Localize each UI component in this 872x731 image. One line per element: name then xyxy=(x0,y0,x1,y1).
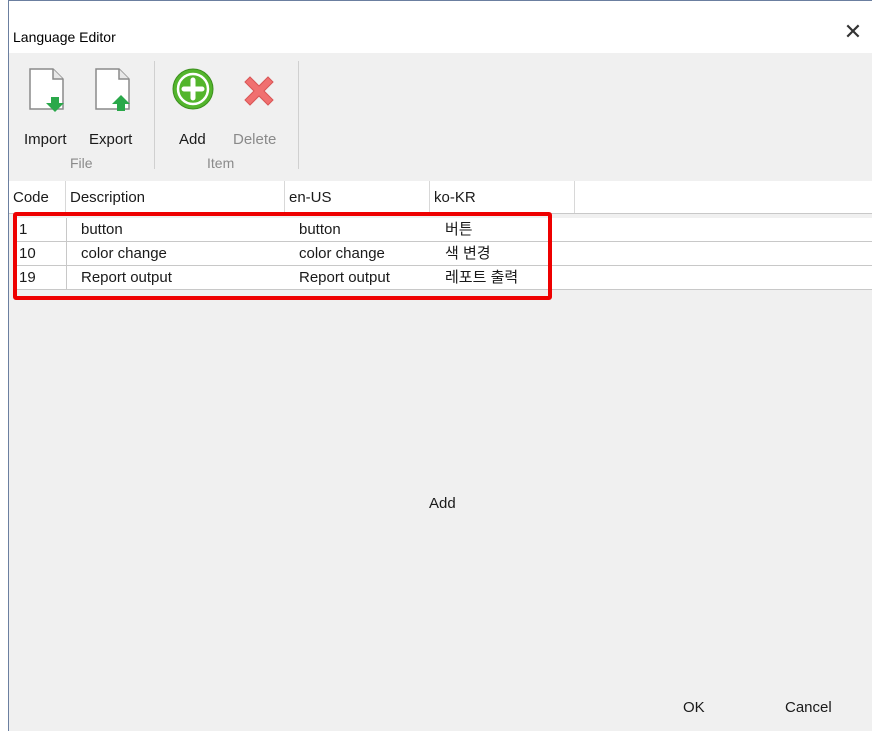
cell-code[interactable]: 19 xyxy=(13,266,67,289)
cell-description[interactable]: Report output xyxy=(81,266,172,289)
column-header-en-us[interactable]: en-US xyxy=(285,181,430,213)
cell-ko-kr[interactable]: 레포트 출력 xyxy=(445,266,518,289)
title-bar: Language Editor ✕ xyxy=(9,1,872,53)
cell-code[interactable]: 1 xyxy=(13,218,67,241)
delete-x-icon xyxy=(239,71,279,114)
ribbon-separator xyxy=(154,61,155,169)
close-button[interactable]: ✕ xyxy=(838,19,868,45)
ok-button[interactable]: OK xyxy=(683,699,705,716)
export-document-icon xyxy=(93,67,133,116)
header-divider xyxy=(9,213,872,214)
cell-en-us[interactable]: Report output xyxy=(299,266,390,289)
cell-description[interactable]: button xyxy=(81,218,123,241)
group-label-item: Item xyxy=(207,155,235,171)
group-label-file: File xyxy=(70,155,93,171)
import-label: Import xyxy=(24,131,67,148)
cell-en-us[interactable]: button xyxy=(299,218,341,241)
grid-header: Code Description en-US ko-KR xyxy=(9,181,872,213)
add-button[interactable]: Add xyxy=(169,53,219,153)
cancel-button[interactable]: Cancel xyxy=(785,699,832,716)
ribbon-toolbar: Import Export File Add Delete Item xyxy=(9,53,872,181)
language-grid: Code Description en-US ko-KR 1 button bu… xyxy=(9,181,872,731)
export-label: Export xyxy=(89,131,133,148)
cell-ko-kr[interactable]: 색 변경 xyxy=(445,242,491,265)
add-label: Add xyxy=(179,131,206,148)
cell-code[interactable]: 10 xyxy=(13,242,67,265)
language-editor-window: Language Editor ✕ Import Export File Add… xyxy=(8,0,872,731)
export-button[interactable]: Export xyxy=(81,53,143,153)
import-button[interactable]: Import xyxy=(15,53,77,153)
column-header-ko-kr[interactable]: ko-KR xyxy=(430,181,575,213)
delete-label: Delete xyxy=(233,131,277,148)
delete-button[interactable]: Delete xyxy=(227,53,289,153)
cell-description[interactable]: color change xyxy=(81,242,167,265)
add-row-link[interactable]: Add xyxy=(429,495,456,512)
column-header-description[interactable]: Description xyxy=(66,181,285,213)
cell-en-us[interactable]: color change xyxy=(299,242,385,265)
table-row[interactable]: 10 color change color change 색 변경 xyxy=(13,242,872,266)
table-row[interactable]: 1 button button 버튼 xyxy=(13,218,872,242)
add-circle-icon xyxy=(171,67,215,114)
import-document-icon xyxy=(27,67,67,116)
column-header-code[interactable]: Code xyxy=(9,181,66,213)
cell-ko-kr[interactable]: 버튼 xyxy=(445,218,473,241)
window-title: Language Editor xyxy=(13,29,116,45)
ribbon-separator xyxy=(298,61,299,169)
table-row[interactable]: 19 Report output Report output 레포트 출력 xyxy=(13,266,872,290)
